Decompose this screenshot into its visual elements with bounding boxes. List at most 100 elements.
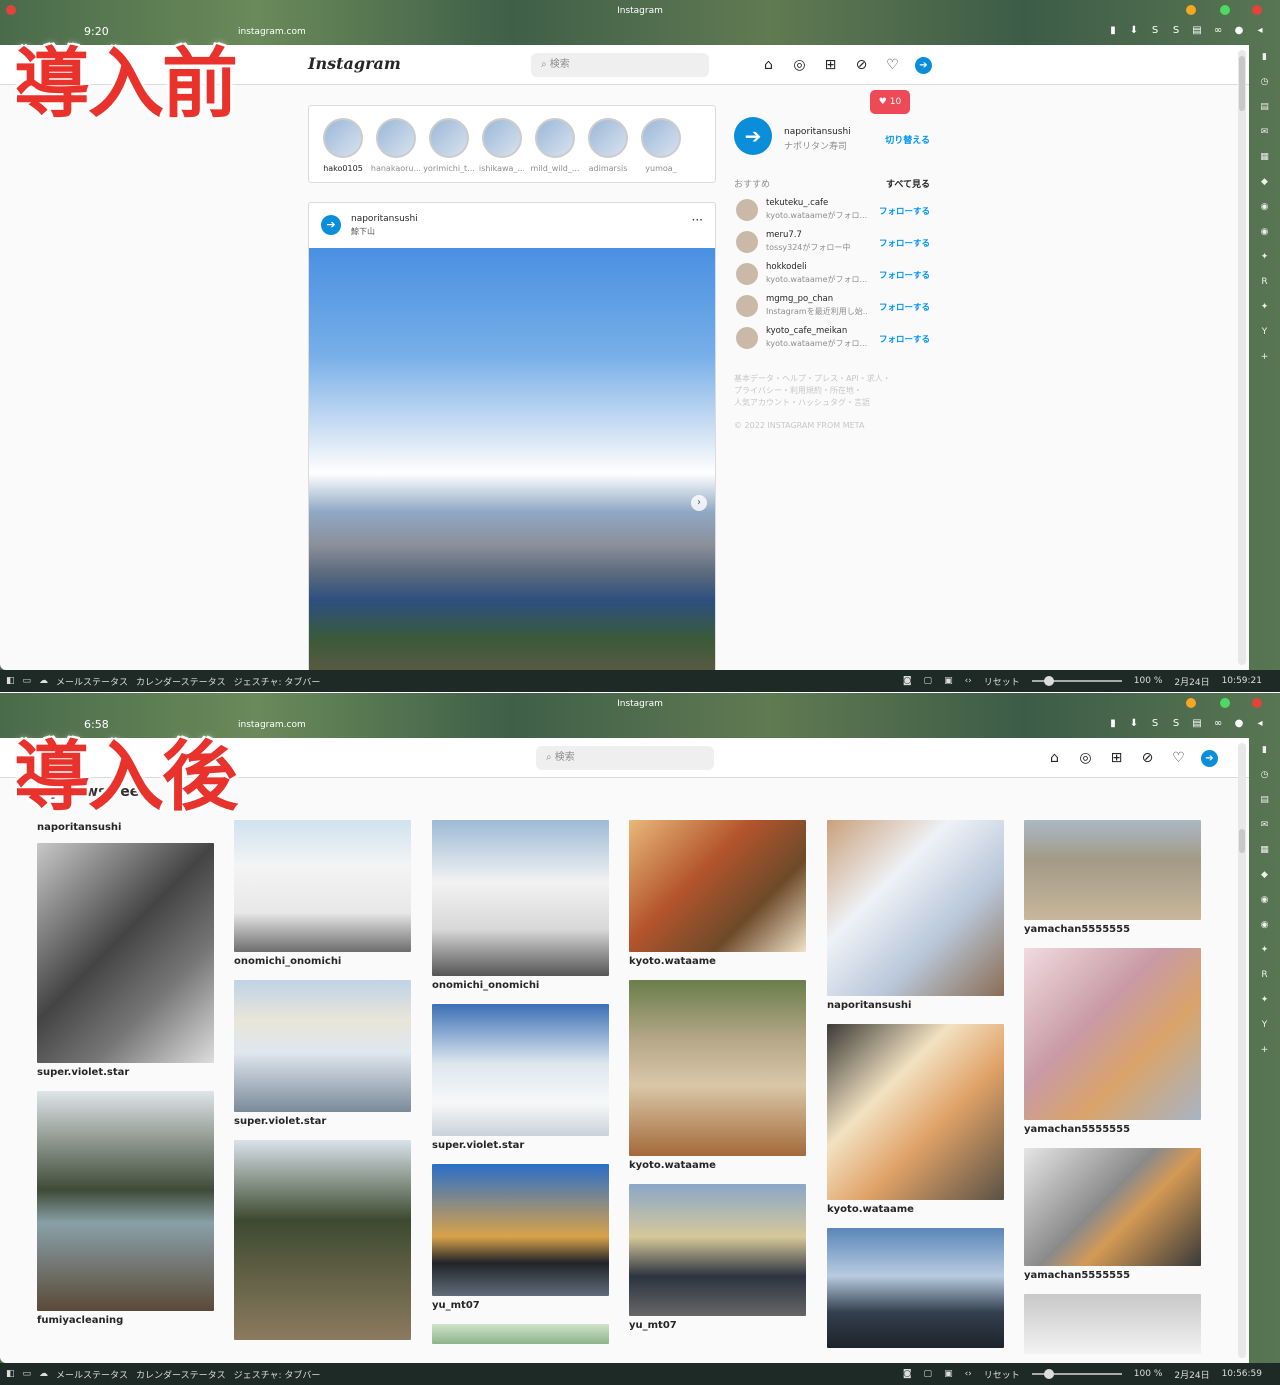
zoom-reset[interactable]: リセット [984,1368,1020,1381]
extension-s-icon[interactable]: S [1149,25,1161,37]
feed-caption-user[interactable]: fumiyacleaning [37,1315,215,1326]
feed-caption-user[interactable]: kyoto.wataame [629,956,807,967]
image-icon[interactable]: ▣ [944,1369,953,1379]
panel-app-icon[interactable]: ◆ [1259,176,1271,188]
recommend-avatar[interactable] [736,327,758,349]
extension-s2-icon[interactable]: S [1170,25,1182,37]
story-item[interactable]: ishikawa_... [476,118,528,173]
code-icon[interactable]: ‹› [965,1369,972,1379]
bookmarks-panel-icon[interactable]: ▮ [1259,744,1271,756]
story-avatar[interactable] [535,118,575,158]
feed-photo[interactable] [629,820,806,952]
yahoo-icon[interactable]: Y [1259,1019,1271,1031]
recommend-username[interactable]: tekuteku_.cafe [766,198,828,208]
scrollbar[interactable] [1238,743,1246,1358]
story-item[interactable]: mild_wild_... [529,118,581,173]
feed-caption-user[interactable]: yamachan5555555 [1024,924,1202,935]
feed-photo[interactable] [234,820,411,952]
new-post-icon[interactable]: ⊞ [1108,750,1125,767]
explore-icon[interactable]: ⊘ [853,57,870,74]
mail-icon[interactable]: ✉ [1259,126,1271,138]
story-item[interactable]: hanakaoru... [370,118,422,173]
calendar-icon[interactable]: ▦ [1259,151,1271,163]
profile-avatar-icon[interactable]: ➔ [915,57,932,74]
post-location[interactable]: 鯨下山 [351,226,375,237]
recommend-avatar[interactable] [736,199,758,221]
recommend-avatar[interactable] [736,295,758,317]
feed-photo[interactable] [37,1091,214,1311]
mail-icon[interactable]: ✉ [1259,819,1271,831]
feed-photo[interactable] [37,843,214,1063]
recommend-username[interactable]: kyoto_cafe_meikan [766,326,847,336]
footer-line[interactable]: プライバシー・利用規約・所在地・ [734,385,930,397]
story-item[interactable]: hako0105 [317,118,369,173]
twitter-icon[interactable]: ✦ [1259,944,1271,956]
tile-icon[interactable]: ▭ [23,1369,32,1379]
follow-button[interactable]: フォローする [879,301,930,313]
feed-caption-user[interactable]: yamachan5555555 [1024,1270,1202,1281]
see-all-link[interactable]: すべて見る [886,177,930,190]
feed-photo[interactable] [234,980,411,1112]
profile-username[interactable]: naporitansushi [784,127,851,137]
feed-photo[interactable] [1024,1294,1201,1354]
add-panel-icon[interactable]: + [1259,351,1271,363]
story-avatar[interactable] [429,118,469,158]
feed-photo[interactable] [432,1324,609,1344]
bookmarks-panel-icon[interactable]: ▮ [1259,51,1271,63]
maximize-dot-icon[interactable] [1220,698,1230,708]
profile-avatar-icon[interactable]: ➔ [1201,750,1218,767]
recommend-avatar[interactable] [736,231,758,253]
history-icon[interactable]: ◷ [1259,76,1271,88]
feed-photo[interactable] [1024,1148,1201,1266]
calendar-status[interactable]: カレンダーステータス [136,1368,226,1381]
follow-button[interactable]: フォローする [879,333,930,345]
feed-caption-user[interactable]: yamachan5555555 [1024,1124,1202,1135]
feed-caption-user[interactable]: yu_mt07 [432,1300,610,1311]
feed-photo[interactable] [629,980,806,1156]
feed-caption-user[interactable]: super.violet.star [234,1116,412,1127]
history-icon[interactable]: ◷ [1259,769,1271,781]
feed-caption-user[interactable]: kyoto.wataame [629,1160,807,1171]
feed-photo[interactable] [432,1004,609,1136]
feed-photo[interactable] [629,1184,806,1316]
search-input[interactable]: ⌕ 検索 [531,53,709,77]
feed-photo[interactable] [827,1228,1004,1348]
search-input[interactable]: ⌕ 検索 [536,746,714,770]
minimize-dot-icon[interactable] [1186,5,1196,15]
panel-toggle-icon[interactable]: ◧ [6,1369,15,1379]
scrollbar-thumb[interactable] [1239,56,1245,111]
twitter-icon[interactable]: ✦ [1259,251,1271,263]
notes-icon[interactable]: ▤ [1259,101,1271,113]
twitter-icon[interactable]: ✦ [1259,994,1271,1006]
home-icon[interactable]: ⌂ [1046,750,1063,767]
code-icon[interactable]: ‹› [965,676,972,686]
minimize-dot-icon[interactable] [1186,698,1196,708]
new-post-icon[interactable]: ⊞ [822,57,839,74]
follow-button[interactable]: フォローする [879,205,930,217]
extension-book-icon[interactable]: ▤ [1191,718,1203,730]
calendar-status[interactable]: カレンダーステータス [136,675,226,688]
tile-icon[interactable]: ▭ [23,676,32,686]
capture-icon[interactable]: ◙ [903,676,912,686]
more-options-icon[interactable]: ··· [692,213,703,227]
panel-app-icon[interactable]: ◉ [1259,226,1271,238]
messenger-icon[interactable]: ◎ [1077,750,1094,767]
feed-caption-user[interactable]: super.violet.star [432,1140,610,1151]
story-item[interactable]: adimarsis [582,118,634,173]
panel-toggle-icon[interactable]: ◧ [6,676,15,686]
post-image[interactable] [309,248,715,670]
extension-glasses-icon[interactable]: ∞ [1212,718,1224,730]
scrollbar[interactable] [1238,50,1246,665]
recommend-username[interactable]: hokkodeli [766,262,807,272]
calendar-icon[interactable]: ▦ [1259,844,1271,856]
extension-s2-icon[interactable]: S [1170,718,1182,730]
gesture-status[interactable]: ジェスチャ: タブバー [234,675,321,688]
image-icon[interactable]: ▣ [944,676,953,686]
feed-caption-user[interactable]: kyoto.wataame [827,1204,1005,1215]
story-avatar[interactable] [482,118,522,158]
download-icon[interactable]: ⬇ [1128,25,1140,37]
story-item[interactable]: yumoa_ [635,118,687,173]
rakuten-icon[interactable]: R [1259,276,1271,288]
recommend-avatar[interactable] [736,263,758,285]
zoom-slider[interactable] [1031,676,1122,686]
